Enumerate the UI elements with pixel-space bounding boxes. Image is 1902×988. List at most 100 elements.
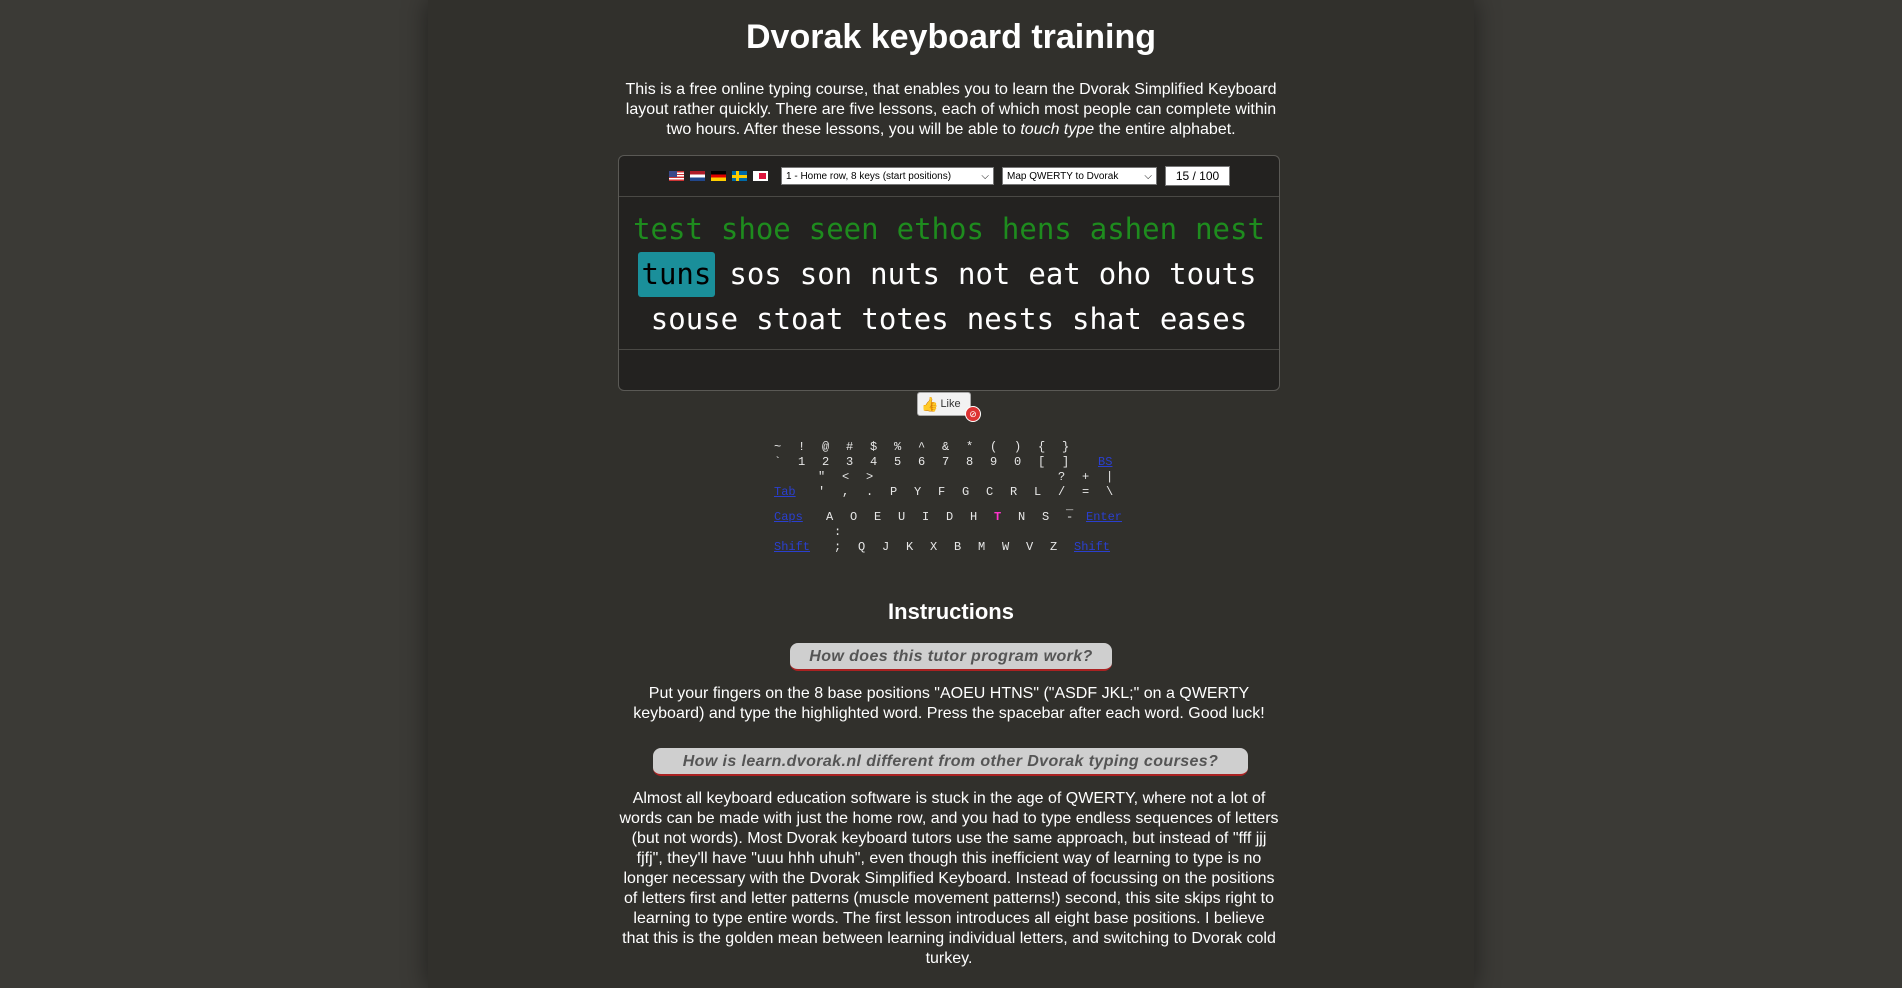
key-char: ] <box>1062 455 1070 469</box>
word-line: tuns sos son nuts not eat oho touts <box>619 252 1279 297</box>
key-char: V <box>1026 540 1034 554</box>
key-char: " <box>818 470 826 484</box>
key-shift: Shift <box>774 540 811 554</box>
se-flag-icon[interactable] <box>731 170 748 182</box>
pending-word: touts <box>1169 257 1257 291</box>
key-char: ; <box>834 540 842 554</box>
lesson-select-value: 1 - Home row, 8 keys (start positions) <box>786 170 952 182</box>
key-char: 0 <box>1014 455 1022 469</box>
key-char: C <box>986 485 994 499</box>
faq-difference-answer: Almost all keyboard education software i… <box>619 790 1279 967</box>
key-char: # <box>846 440 854 454</box>
pending-word: oho <box>1098 257 1152 291</box>
us-flag-icon[interactable] <box>668 170 685 182</box>
key-char: 5 <box>894 455 902 469</box>
keyboard-row-2-shift: " < >? + | <box>774 470 1134 485</box>
keyboard-row-1-shift: ~! @ # $% ^ & * () {} <box>774 440 1134 455</box>
typing-trainer: 1 - Home row, 8 keys (start positions) ⌵… <box>618 155 1280 391</box>
word-line: souse stoat totes nests shat eases <box>619 297 1279 342</box>
key-char: 7 <box>942 455 950 469</box>
chevron-down-icon: ⌵ <box>1144 170 1152 182</box>
key-char: M <box>978 540 986 554</box>
key-char: & <box>942 440 950 454</box>
key-char: T <box>994 510 1002 524</box>
key-char: + <box>1082 470 1090 484</box>
pending-word: sos <box>729 257 782 291</box>
key-char: ' <box>818 485 826 499</box>
typing-input-area[interactable] <box>619 349 1279 390</box>
key-char: 1 <box>798 455 806 469</box>
key-enter: Enter <box>1086 510 1123 524</box>
key-char: G <box>962 485 970 499</box>
key-caps: Caps <box>774 510 803 524</box>
typed-word: nest <box>1195 212 1265 246</box>
typed-word: test <box>633 212 703 246</box>
key-char: . <box>866 485 874 499</box>
key-char: ~ <box>774 440 782 454</box>
key-char-shift: : <box>834 525 842 539</box>
typed-word: seen <box>808 212 879 246</box>
keyboard-row-3: Caps A O E U I D H T N S - Enter <box>774 510 1134 525</box>
key-char: K <box>906 540 914 554</box>
keyboard-row-spacer <box>774 500 1134 510</box>
key-char: L <box>1034 485 1042 499</box>
key-char: S <box>1042 510 1050 524</box>
key-char: I <box>922 510 930 524</box>
key-char: ! <box>798 440 806 454</box>
key-char: 6 <box>918 455 926 469</box>
nl-flag-icon[interactable] <box>689 170 706 182</box>
key-char: D <box>946 510 954 524</box>
progress-counter: 15 / 100 <box>1165 166 1230 186</box>
key-char: 2 <box>822 455 830 469</box>
key-char: < <box>842 470 850 484</box>
typed-word: ashen <box>1089 212 1178 246</box>
word-line: test shoe seen ethos hens ashen nest <box>619 207 1279 252</box>
like-button[interactable]: 👍 Like <box>917 392 971 416</box>
pending-word: totes <box>861 302 949 336</box>
key-char: O <box>850 510 858 524</box>
lesson-select[interactable]: 1 - Home row, 8 keys (start positions) ⌵ <box>781 167 994 185</box>
pending-word: nests <box>966 302 1055 336</box>
key-char: P <box>890 485 898 499</box>
key-char: / <box>1058 485 1066 499</box>
pending-word: son <box>799 257 853 291</box>
pending-word: nuts <box>870 257 940 291</box>
intro-emphasis: touch type <box>1020 121 1095 138</box>
key-char: \ <box>1106 485 1114 499</box>
no-entry-icon: ⊘ <box>965 406 981 422</box>
faq-difference-button[interactable]: How is learn.dvorak.nl different from ot… <box>653 748 1248 776</box>
key-char: ` <box>774 455 782 469</box>
key-char: A <box>826 510 834 524</box>
faq-how-it-works-button[interactable]: How does this tutor program work? <box>790 643 1112 671</box>
key-char: | <box>1106 470 1114 484</box>
key-char: H <box>970 510 978 524</box>
key-char: ) <box>1014 440 1022 454</box>
typed-word: ethos <box>896 212 984 246</box>
pending-word: eat <box>1028 257 1081 291</box>
key-char: W <box>1002 540 1010 554</box>
typed-word: hens <box>1001 212 1072 246</box>
trainer-toolbar: 1 - Home row, 8 keys (start positions) ⌵… <box>619 156 1279 197</box>
keyboard-row-1: ` 1 2 3 4 5 6 7 8 9 0 [] BS <box>774 455 1134 470</box>
key-char: $ <box>870 440 878 454</box>
pl-flag-icon[interactable] <box>752 170 769 182</box>
intro-text-b: the entire alphabet. <box>1094 121 1236 138</box>
faq-how-it-works-answer: Put your fingers on the 8 base positions… <box>633 685 1265 722</box>
word-area[interactable]: test shoe seen ethos hens ashen nest tuns sos son… <box>619 197 1279 342</box>
pending-word: souse <box>650 302 739 336</box>
intro-paragraph: This is a free online typing course, tha… <box>615 80 1287 140</box>
key-char: { <box>1038 440 1046 454</box>
layout-map-select[interactable]: Map QWERTY to Dvorak ⌵ <box>1002 167 1157 185</box>
key-char: E <box>874 510 882 524</box>
current-word: tuns <box>637 252 716 297</box>
like-label: Like <box>940 398 961 410</box>
de-flag-icon[interactable] <box>710 170 727 182</box>
key-char: = <box>1082 485 1090 499</box>
key-char: 4 <box>870 455 878 469</box>
key-char: * <box>966 440 974 454</box>
key-char-shift: _ <box>1066 499 1074 513</box>
pending-word: shat <box>1072 302 1142 336</box>
keyboard-row-4: Shift; Q J K X B M W V Z Shift <box>774 540 1134 555</box>
key-char: Z <box>1050 540 1058 554</box>
page-title: Dvorak keyboard training <box>745 18 1156 56</box>
